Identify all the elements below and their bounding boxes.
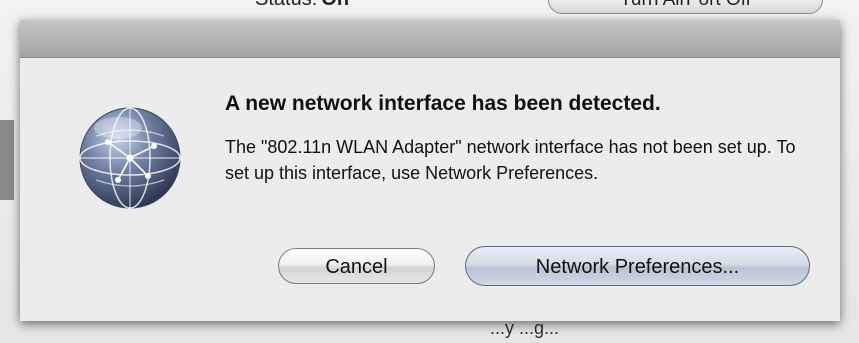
background-obscured-text: ...y ...g... <box>490 318 560 338</box>
network-preferences-button[interactable]: Network Preferences... <box>465 246 810 286</box>
turn-airport-off-button[interactable]: Turn AirPort Off <box>548 0 823 14</box>
background-sidebar-edge <box>0 120 14 200</box>
dialog-message: The "802.11n WLAN Adapter" network inter… <box>225 137 796 183</box>
status-label: Status: <box>255 0 317 10</box>
network-globe-icon <box>79 107 181 209</box>
dialog-title: A new network interface has been detecte… <box>225 92 661 115</box>
airport-status: Status: On <box>255 0 349 11</box>
status-value: On <box>321 0 349 10</box>
cancel-button[interactable]: Cancel <box>278 248 435 284</box>
network-alert-dialog: A new network interface has been detecte… <box>20 20 840 321</box>
dialog-titlebar <box>20 20 840 58</box>
